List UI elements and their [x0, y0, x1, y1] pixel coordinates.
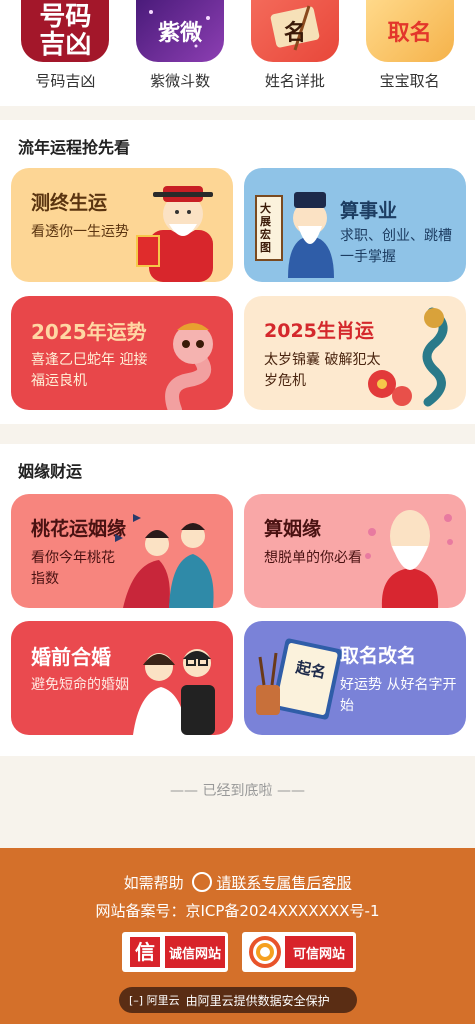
card-subtitle: 看透你一生运势 — [31, 224, 129, 240]
footer: 如需帮助 请联系专属售后客服 网站备案号：京ICP备2024XXXXXXX号-1… — [0, 848, 475, 1024]
help-line: 如需帮助 请联系专属售后客服 — [0, 872, 475, 893]
ziwei-icon: 紫微 — [136, 0, 225, 62]
top-icon-row: 号码 吉凶 号码吉凶 紫微 紫微斗数 名 姓名详批 取名 宝宝取名 — [0, 0, 475, 106]
badge-label: 可信网站 — [285, 936, 353, 968]
section-title: 流年运程抢先看 — [18, 138, 131, 157]
end-of-list-text: —— 已经到底啦 —— — [170, 783, 305, 799]
card-shengxiao[interactable]: 2025生肖运 太岁锦囊 破解犯太岁危机 — [244, 296, 466, 410]
section-yinyuan: 姻缘财运 桃花运姻缘 看你今年桃花指数 算姻缘 想脱单的你必看 婚前合婚 避免短… — [0, 444, 475, 756]
card-hunqianhehun[interactable]: 婚前合婚 避免短命的婚姻 — [11, 621, 233, 735]
icp-record: 网站备案号：京ICP备2024XXXXXXX号-1 — [95, 902, 380, 920]
card-subtitle: 看你今年桃花指数 — [31, 550, 115, 587]
badge-label: 诚信网站 — [165, 936, 225, 968]
xin-logo-icon: 信 — [125, 935, 165, 969]
headset-icon — [192, 872, 213, 892]
card-taohua[interactable]: 桃花运姻缘 看你今年桃花指数 — [11, 494, 233, 608]
top-icon-label: 紫微斗数 — [150, 72, 211, 90]
naming-book-icon — [256, 638, 342, 720]
card-subtitle: 好运势 从好名字开始 — [340, 677, 457, 714]
top-icon-ziwei[interactable]: 紫微 紫微斗数 — [125, 0, 235, 106]
card-quming[interactable]: 起名 取名改名 好运势 从好名字开始 — [244, 621, 466, 735]
card-subtitle: 求职、创业、跳槽一手掌握 — [340, 228, 452, 265]
top-icon-haoma[interactable]: 号码 吉凶 号码吉凶 — [10, 0, 120, 106]
card-title: 取名改名 — [340, 645, 417, 667]
card-2025-yunshi[interactable]: 2025年运势 喜逢乙巳蛇年 迎接福运良机 — [11, 296, 233, 410]
top-icon-xingming[interactable]: 名 姓名详批 — [240, 0, 350, 106]
trusted-site-badge[interactable]: 可信网站 — [242, 932, 356, 972]
card-title: 算姻缘 — [264, 518, 322, 540]
wedding-couple-icon — [133, 649, 215, 735]
couple-illustration-icon — [115, 514, 214, 608]
top-icon-label: 宝宝取名 — [379, 72, 440, 90]
customer-service-link[interactable]: 请联系专属售后客服 — [216, 874, 351, 892]
card-title: 测终生运 — [31, 192, 108, 214]
card-zhongshengyun[interactable]: 测终生运 看透你一生运势 — [11, 168, 233, 282]
aliyun-logo-icon: [–] 阿里云 — [129, 994, 180, 1007]
card-title: 2025生肖运 — [264, 320, 374, 342]
top-icon-label: 姓名详批 — [264, 72, 325, 90]
card-subtitle: 喜逢乙巳蛇年 迎接福运良机 — [31, 352, 148, 389]
card-title: 婚前合婚 — [31, 645, 111, 669]
card-title: 算事业 — [340, 200, 398, 222]
top-icon-baobao[interactable]: 取名 宝宝取名 — [355, 0, 465, 106]
baby-name-icon: 取名 — [365, 0, 454, 62]
card-title: 2025年运势 — [31, 320, 147, 344]
aliyun-text: 由阿里云提供数据安全保护 — [185, 993, 330, 1008]
trusted-logo-icon — [245, 935, 285, 969]
scroll-icon: 名 — [250, 0, 339, 62]
snake-mascot-icon — [165, 323, 213, 410]
haoma-icon: 号码 吉凶 — [21, 0, 110, 62]
section-liunian: 流年运程抢先看 测终生运 看透你一生运势 大展宏图 算事业 求职、创业、跳槽一手… — [0, 120, 475, 424]
scroll-text: 大展宏图 — [260, 202, 271, 254]
section-title: 姻缘财运 — [18, 462, 83, 481]
credit-site-badge[interactable]: 信 诚信网站 — [122, 932, 228, 972]
yuelao-illustration-icon — [365, 510, 453, 608]
top-icon-label: 号码吉凶 — [35, 72, 96, 90]
aliyun-security-badge[interactable]: [–] 阿里云 由阿里云提供数据安全保护 — [119, 987, 357, 1013]
help-prefix: 如需帮助 — [123, 874, 184, 892]
caishen-illustration-icon — [136, 186, 213, 282]
dragon-illustration-icon — [368, 307, 448, 407]
card-suanyinyuan[interactable]: 算姻缘 想脱单的你必看 — [244, 494, 466, 608]
card-shiye[interactable]: 大展宏图 算事业 求职、创业、跳槽一手掌握 — [244, 168, 466, 282]
card-title: 桃花运姻缘 — [31, 518, 127, 540]
